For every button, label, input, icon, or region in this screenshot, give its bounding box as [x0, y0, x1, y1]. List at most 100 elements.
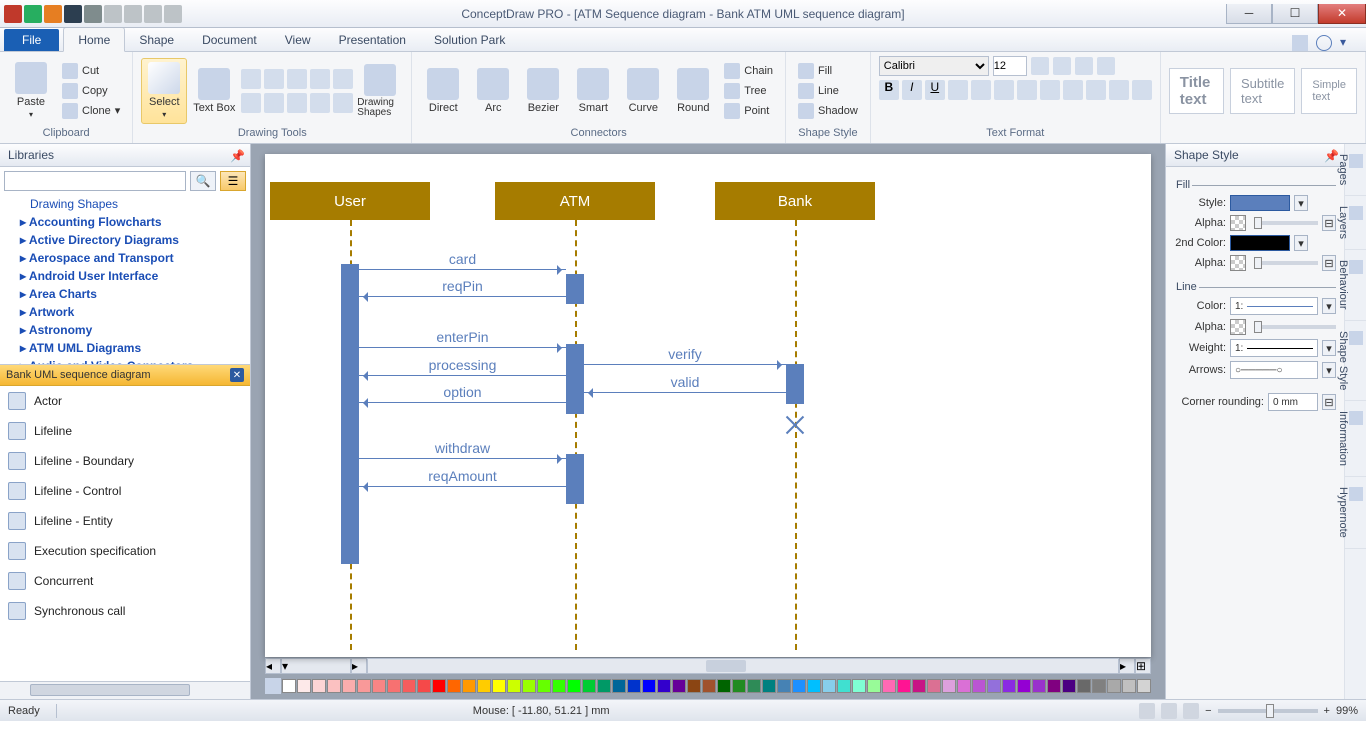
shapes-list[interactable]: ActorLifelineLifeline - BoundaryLifeline…: [0, 386, 250, 681]
color-swatch[interactable]: [657, 679, 671, 693]
subtitle-text-style[interactable]: Subtitle text: [1230, 68, 1295, 114]
corner-spinner[interactable]: ⊟: [1322, 394, 1336, 410]
color-swatch[interactable]: [297, 679, 311, 693]
libraries-hscroll[interactable]: [0, 681, 250, 699]
drawtool-icon[interactable]: [333, 93, 353, 113]
document-tab[interactable]: Document: [188, 28, 271, 51]
zoom-tool-icon[interactable]: [1161, 703, 1177, 719]
font-size-input[interactable]: [993, 56, 1027, 76]
italic-icon[interactable]: I: [902, 80, 922, 100]
message-arrow[interactable]: [359, 296, 566, 297]
library-tree-item[interactable]: ▸ Astronomy: [0, 321, 250, 339]
copy-button[interactable]: Copy: [58, 82, 124, 100]
file-tab[interactable]: File: [4, 29, 59, 51]
color-swatch[interactable]: [372, 679, 386, 693]
shape-item[interactable]: Lifeline: [0, 416, 250, 446]
library-tree-item[interactable]: ▸ Accounting Flowcharts: [0, 213, 250, 231]
color-swatch[interactable]: [672, 679, 686, 693]
color-swatch[interactable]: [552, 679, 566, 693]
fill-style-swatch[interactable]: [1230, 195, 1290, 211]
color-swatch[interactable]: [357, 679, 371, 693]
line-weight-dropdown[interactable]: ▾: [1322, 340, 1336, 356]
fill-alpha-slider[interactable]: [1254, 221, 1318, 225]
message-arrow[interactable]: [359, 458, 566, 459]
color-swatch[interactable]: [762, 679, 776, 693]
color-swatch[interactable]: [432, 679, 446, 693]
window-list-icon[interactable]: [1292, 35, 1308, 51]
shape-item[interactable]: Concurrent: [0, 566, 250, 596]
fill-style-dropdown[interactable]: ▾: [1294, 195, 1308, 211]
page-selector[interactable]: ▾: [281, 658, 351, 674]
paste-button[interactable]: Paste▾: [8, 58, 54, 124]
round-connector-button[interactable]: Round: [670, 58, 716, 124]
execution-bar[interactable]: [566, 344, 584, 414]
canvas-hscroll[interactable]: ◂ ▾ ▸ ▸ ⊞: [265, 657, 1151, 675]
library-tree-item[interactable]: Drawing Shapes: [0, 195, 250, 213]
arrows-select[interactable]: ○─────○: [1230, 361, 1318, 379]
color-swatch[interactable]: [1017, 679, 1031, 693]
message-arrow[interactable]: [359, 402, 566, 403]
cut-button[interactable]: Cut: [58, 62, 124, 80]
align-center-icon[interactable]: [1017, 80, 1037, 100]
arc-connector-button[interactable]: Arc: [470, 58, 516, 124]
color-swatch[interactable]: [927, 679, 941, 693]
drawtool-icon[interactable]: [287, 93, 307, 113]
execution-bar[interactable]: [566, 274, 584, 304]
color-swatch[interactable]: [747, 679, 761, 693]
library-tree-item[interactable]: ▸ Audio and Video Connectors: [0, 357, 250, 365]
corner-rounding-input[interactable]: 0 mm: [1268, 393, 1318, 411]
library-tree-item[interactable]: ▸ Artwork: [0, 303, 250, 321]
execution-bar[interactable]: [341, 264, 359, 564]
color-swatch[interactable]: [882, 679, 896, 693]
search-mode-button[interactable]: ☰: [220, 171, 246, 191]
solution-park-tab[interactable]: Solution Park: [420, 28, 519, 51]
underline-icon[interactable]: U: [925, 80, 945, 100]
drawtool-icon[interactable]: [241, 93, 261, 113]
color-swatch[interactable]: [462, 679, 476, 693]
line-color-dropdown[interactable]: ▾: [1322, 298, 1336, 314]
font-color-icon[interactable]: [1075, 57, 1093, 75]
shape-tab[interactable]: Shape: [125, 28, 188, 51]
align-right-icon[interactable]: [1040, 80, 1060, 100]
align-bottom-icon[interactable]: [1109, 80, 1129, 100]
shape-item[interactable]: Execution specification: [0, 536, 250, 566]
side-tab-pages[interactable]: Pages: [1345, 144, 1366, 196]
color-swatch[interactable]: [1062, 679, 1076, 693]
close-library-icon[interactable]: ✕: [230, 368, 244, 382]
superscript-icon[interactable]: [948, 80, 968, 100]
bold-icon[interactable]: B: [879, 80, 899, 100]
shadow-button[interactable]: Shadow: [794, 102, 862, 120]
color-swatch[interactable]: [642, 679, 656, 693]
color-swatch[interactable]: [1047, 679, 1061, 693]
chain-button[interactable]: Chain: [720, 62, 777, 80]
drawtool-icon[interactable]: [264, 69, 284, 89]
color-swatch[interactable]: [282, 679, 296, 693]
drawtool-icon[interactable]: [310, 69, 330, 89]
increase-font-icon[interactable]: [1031, 57, 1049, 75]
side-tab-hypernote[interactable]: Hypernote: [1345, 477, 1366, 549]
page-prev-button[interactable]: ◂: [265, 658, 281, 674]
color-swatch[interactable]: [312, 679, 326, 693]
actor-box[interactable]: ATM: [495, 182, 655, 220]
zoom-out-button[interactable]: −: [1205, 705, 1211, 717]
collapse-ribbon-icon[interactable]: ▾: [1340, 35, 1356, 51]
align-middle-icon[interactable]: [1086, 80, 1106, 100]
grid-toggle-icon[interactable]: ⊞: [1135, 658, 1151, 674]
color-swatch[interactable]: [507, 679, 521, 693]
page-next-button[interactable]: ▸: [351, 658, 367, 674]
point-button[interactable]: Point: [720, 102, 777, 120]
color-swatch[interactable]: [387, 679, 401, 693]
library-tree-item[interactable]: ▸ Android User Interface: [0, 267, 250, 285]
color-swatch[interactable]: [717, 679, 731, 693]
color-swatch[interactable]: [477, 679, 491, 693]
color-swatch[interactable]: [822, 679, 836, 693]
open-library-header[interactable]: Bank UML sequence diagram✕: [0, 365, 250, 386]
color-swatch[interactable]: [612, 679, 626, 693]
actor-box[interactable]: User: [270, 182, 430, 220]
select-tool-button[interactable]: Select▾: [141, 58, 187, 124]
subscript-icon[interactable]: [971, 80, 991, 100]
library-tree-item[interactable]: ▸ Aerospace and Transport: [0, 249, 250, 267]
color-swatch[interactable]: [732, 679, 746, 693]
message-arrow[interactable]: [359, 375, 566, 376]
decrease-font-icon[interactable]: [1053, 57, 1071, 75]
